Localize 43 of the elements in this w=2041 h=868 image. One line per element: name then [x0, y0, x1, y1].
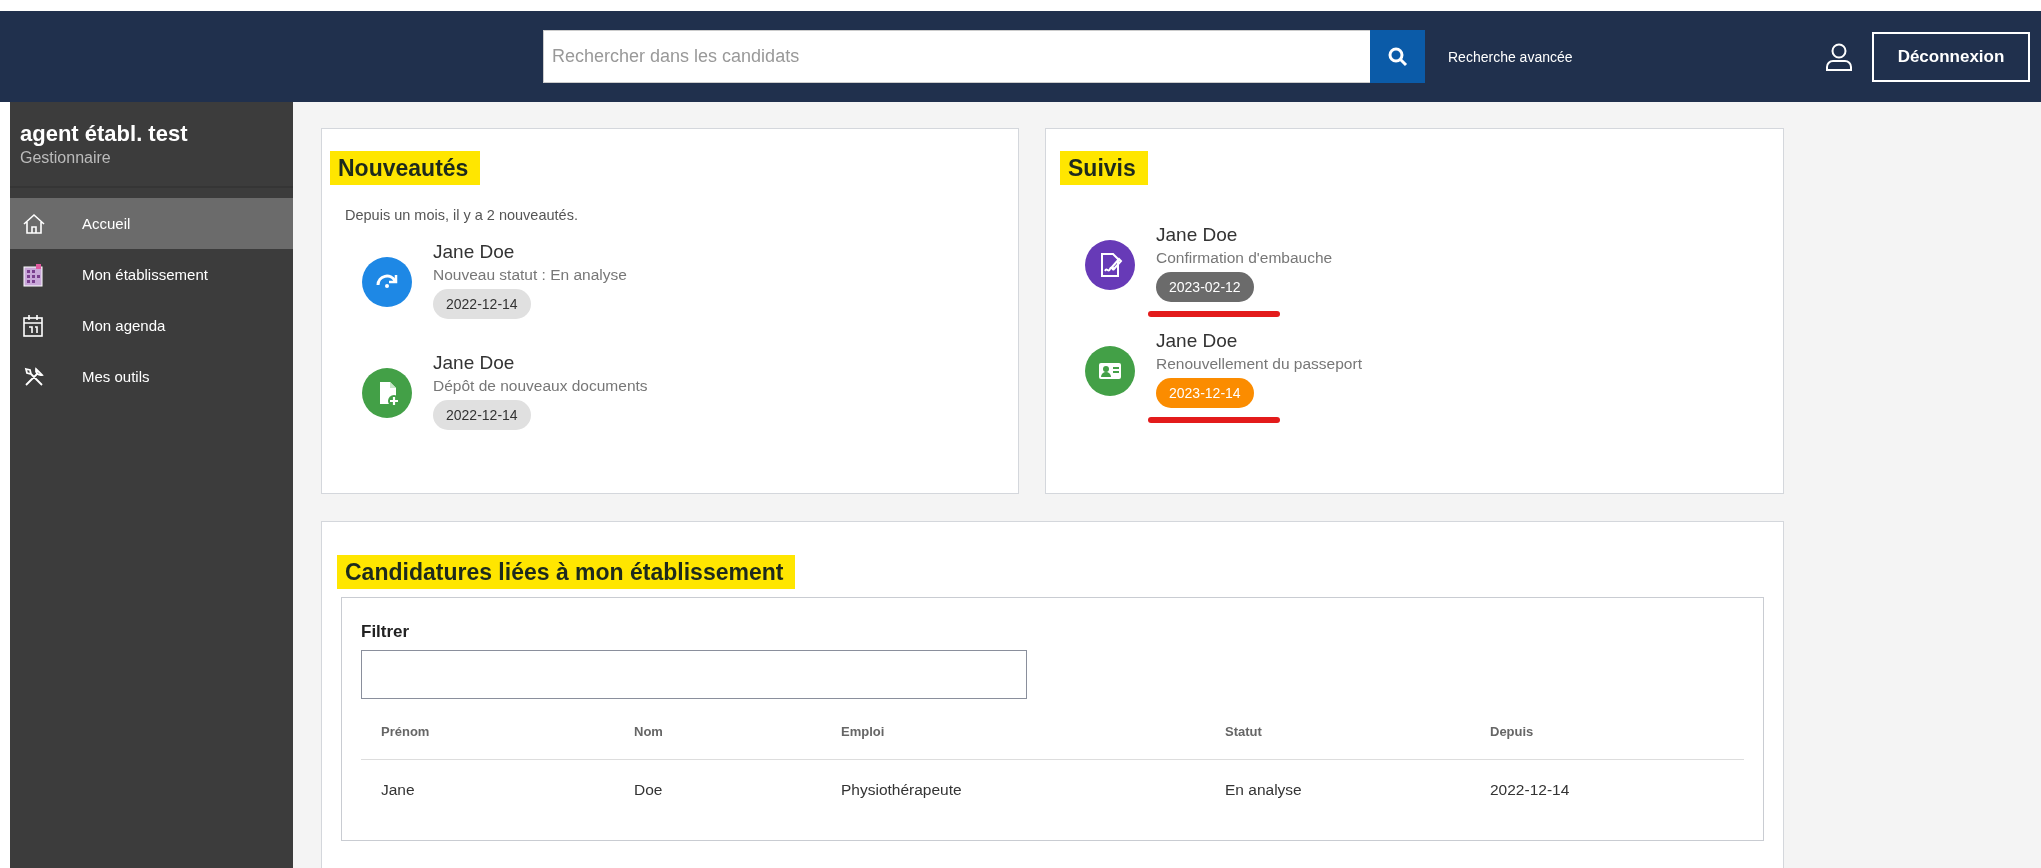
candidate-name: Jane Doe — [1156, 329, 1239, 353]
column-header: Statut — [1225, 723, 1263, 739]
table-cell-text: 2022-12-14 — [1490, 781, 1571, 799]
summary-text: Depuis un mois, il y a 2 nouveautés. — [345, 207, 579, 223]
table-cell-text: Jane — [381, 781, 416, 799]
event-description: Renouvellement du passeport — [1156, 354, 1362, 374]
column-header: Prénom — [381, 723, 431, 739]
search-icon — [1387, 46, 1408, 67]
logout-button[interactable]: Déconnexion — [1872, 31, 2030, 82]
table-cell-text: Physiothérapeute — [841, 781, 963, 799]
date-badge: 2023-02-12 — [1156, 272, 1254, 302]
table-cell-text: Doe — [634, 781, 664, 799]
candidate-name: Jane Doe — [1156, 223, 1239, 247]
table-cell-text: En analyse — [1225, 781, 1303, 799]
event-description: Nouveau statut : En analyse — [433, 265, 627, 285]
section-heading: Nouveautés — [330, 151, 481, 185]
column-header: Nom — [634, 723, 664, 739]
user-name: agent établ. test — [20, 121, 189, 147]
nav-item[interactable]: Mon établissement — [10, 249, 293, 300]
nav-item[interactable]: Mes outils — [10, 351, 293, 402]
filter-field[interactable] — [361, 650, 1027, 699]
candidate-name: Jane Doe — [433, 240, 516, 264]
user-role: Gestionnaire — [20, 148, 112, 168]
column-header: Emploi — [841, 723, 886, 739]
filter-label: Filtrer — [361, 621, 411, 643]
section-heading: Suivis — [1060, 151, 1148, 185]
event-description: Confirmation d'embauche — [1156, 248, 1333, 268]
event-description: Dépôt de nouveaux documents — [433, 376, 648, 396]
column-header: Depuis — [1490, 723, 1535, 739]
user-icon[interactable] — [1826, 42, 1852, 71]
section-heading: Candidatures liées à mon établissement — [337, 555, 796, 589]
date-badge: 2023-12-14 — [1156, 378, 1254, 408]
search-field[interactable]: Rechercher dans les candidats — [543, 30, 1370, 83]
nav-item[interactable]: Mon agenda — [10, 300, 293, 351]
advanced-search-link[interactable]: Recherche avancée — [1448, 48, 1573, 65]
date-badge: 2022-12-14 — [433, 289, 531, 319]
nav-item[interactable]: Accueil — [10, 198, 293, 249]
calendar-icon — [22, 313, 44, 338]
building-icon — [22, 262, 44, 287]
search-button[interactable] — [1370, 30, 1425, 83]
candidate-name: Jane Doe — [433, 351, 516, 375]
date-badge: 2022-12-14 — [433, 400, 531, 430]
home-icon — [22, 211, 46, 236]
